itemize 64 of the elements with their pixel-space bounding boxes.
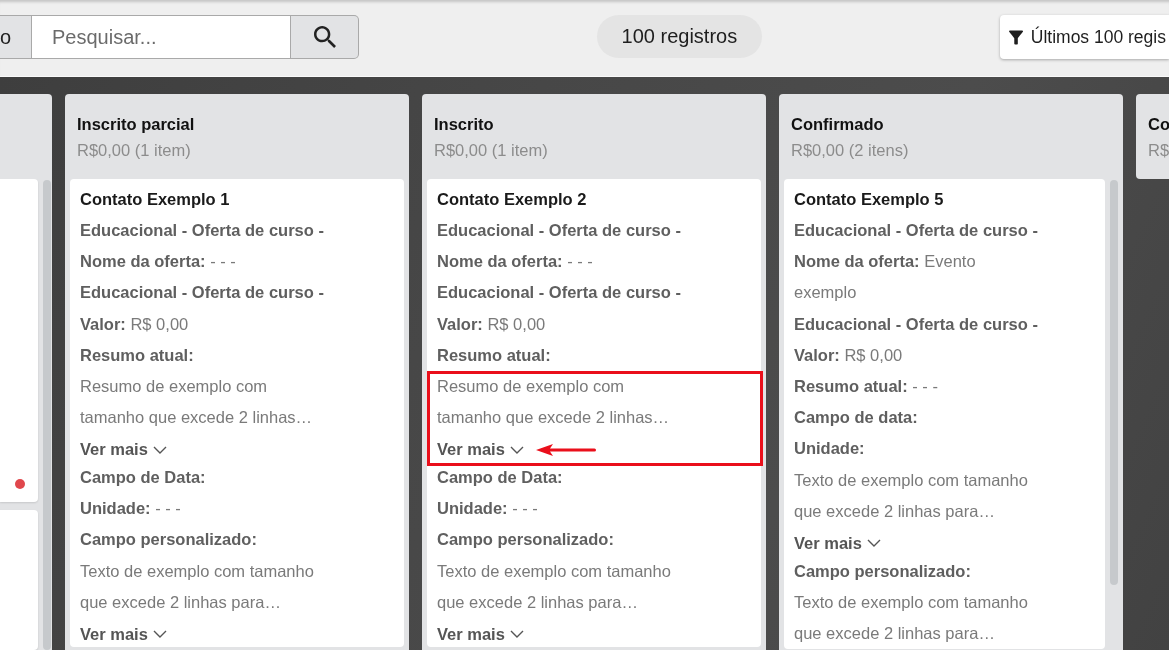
excerpt-text: Texto de exemplo com tamanho que excede 2 linhas para… <box>437 560 672 613</box>
scrollbar-thumb[interactable] <box>1110 180 1118 585</box>
field-label: Educacional - Oferta de curso - <box>794 313 1039 335</box>
field-text: Nome da oferta: Evento exemplo <box>794 251 977 304</box>
excerpt-text: Texto de exemplo com tamanho que excede 2 linhas para… <box>80 560 315 613</box>
search-field[interactable]: Pesquisar... <box>32 15 291 59</box>
field-label: Resumo atual: <box>437 344 552 366</box>
field-label: Resumo atual: <box>80 344 195 366</box>
field-label: Unidade: <box>794 438 866 460</box>
field-label: Educacional - Oferta de curso - <box>437 282 682 304</box>
column-title: Co <box>1148 114 1169 135</box>
field-label: Educacional - Oferta de curso - <box>794 220 1039 241</box>
excerpt-text: Texto de exemplo com tamanho que excede 2 linhas para… <box>794 591 1029 645</box>
chevron-down-icon <box>509 445 524 454</box>
expand-toggle[interactable]: Ver mais <box>437 437 524 462</box>
field-text: Resumo atual: - - - <box>794 376 939 397</box>
expand-toggle[interactable]: Ver mais <box>80 622 167 647</box>
field-text: Unidade: - - - <box>80 498 182 520</box>
field-label: Campo de Data: <box>80 467 207 488</box>
contact-card[interactable] <box>784 179 1105 650</box>
field-label: Campo de Data: <box>437 467 564 488</box>
toolbar-button[interactable]: o <box>0 15 32 59</box>
field-label: Educacional - Oferta de curso - <box>437 220 682 241</box>
chevron-down-icon <box>152 630 167 639</box>
column-title: Inscrito parcial <box>77 114 196 135</box>
field-label: Campo personalizado: <box>437 529 615 551</box>
column-title: Inscrito <box>434 114 495 135</box>
card-title: Contato Exemplo 5 <box>794 189 945 210</box>
card-title: Contato Exemplo 2 <box>437 189 588 210</box>
chevron-down-icon <box>509 630 524 639</box>
field-label: Educacional - Oferta de curso - <box>80 220 325 241</box>
field-text: Valor: R$ 0,00 <box>437 313 547 335</box>
field-text: Valor: R$ 0,00 <box>794 344 904 366</box>
field-text: Unidade: - - - <box>437 498 539 520</box>
column-total: R$0,00 (1 item) <box>77 140 192 161</box>
record-count: 100 registros <box>596 15 763 58</box>
column-total: R$0,00 (1 item) <box>434 140 549 161</box>
field-label: Campo personalizado: <box>80 529 258 551</box>
field-text: Valor: R$ 0,00 <box>80 313 190 335</box>
column-title: Confirmado <box>791 114 885 135</box>
search-button[interactable] <box>291 15 359 59</box>
chevron-down-icon <box>152 445 167 454</box>
excerpt-text: Resumo de exemplo com tamanho que excede 2 linhas… <box>80 376 314 429</box>
expand-toggle[interactable]: Ver mais <box>80 437 167 462</box>
arrow-icon <box>535 443 596 456</box>
chevron-down-icon <box>866 539 881 548</box>
field-text: Nome da oferta: - - - <box>80 251 237 273</box>
expand-toggle[interactable]: Ver mais <box>437 622 524 647</box>
field-label: Campo personalizado: <box>794 560 972 582</box>
field-label: Educacional - Oferta de curso - <box>80 282 325 304</box>
excerpt-text: Texto de exemplo com tamanho que excede 2 linhas para… <box>794 469 1029 522</box>
column-total: R$ <box>1148 140 1169 161</box>
scrollbar-thumb[interactable] <box>43 180 51 650</box>
funnel-icon <box>1008 29 1023 45</box>
filter-button[interactable]: Últimos 100 regis <box>999 15 1169 59</box>
excerpt-text: Resumo de exemplo com tamanho que excede 2 linhas… <box>437 376 671 429</box>
search-icon <box>313 26 336 48</box>
expand-toggle[interactable]: Ver mais <box>794 531 881 556</box>
field-text: Nome da oferta: - - - <box>437 251 594 273</box>
card-title: Contato Exemplo 1 <box>80 189 231 210</box>
contact-card[interactable] <box>427 179 761 647</box>
field-label: Campo de data: <box>794 407 919 429</box>
column-total: R$0,00 (2 itens) <box>791 140 910 161</box>
contact-card[interactable] <box>70 179 404 647</box>
